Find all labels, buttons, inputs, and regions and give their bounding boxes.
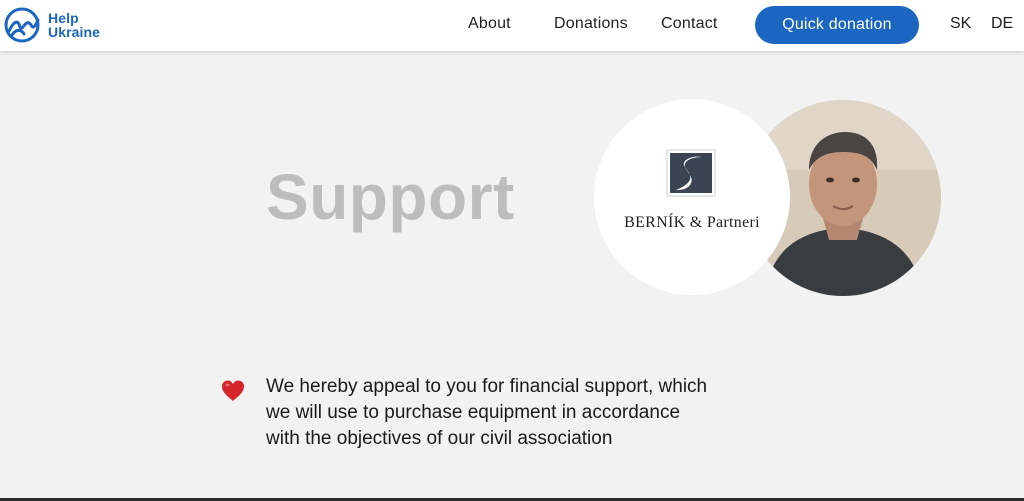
- appeal-text: We hereby appeal to you for financial su…: [266, 374, 786, 452]
- logo-text: Help Ukraine: [48, 11, 100, 39]
- appeal-line: we will use to purchase equipment in acc…: [266, 402, 681, 423]
- language-sk-link[interactable]: SK: [950, 15, 971, 33]
- site-header: Help Ukraine About Donations Contact Qui…: [0, 0, 1024, 51]
- logo-text-ukraine: Ukraine: [48, 24, 101, 40]
- logo-text-help: Help: [48, 10, 79, 26]
- nav-contact-link[interactable]: Contact: [661, 15, 718, 33]
- partner-logo-icon: [666, 149, 716, 197]
- language-de-link[interactable]: DE: [991, 15, 1013, 33]
- help-ukraine-logo-icon: [4, 7, 40, 43]
- partner-logo-circle: BERNÍK & Partneri: [594, 99, 790, 295]
- page-title: Support: [266, 161, 515, 233]
- nav-donations-link[interactable]: Donations: [554, 15, 628, 33]
- appeal-line: We hereby appeal to you for financial su…: [266, 376, 708, 397]
- site-logo[interactable]: Help Ukraine: [4, 7, 100, 43]
- quick-donation-button[interactable]: Quick donation: [755, 6, 919, 44]
- heart-icon: [222, 380, 244, 401]
- partner-name: BERNÍK & Partneri: [624, 214, 760, 231]
- appeal-line: with the objectives of our civil associa…: [266, 428, 613, 449]
- appeal-section: We hereby appeal to you for financial su…: [220, 374, 786, 452]
- nav-about-link[interactable]: About: [468, 15, 511, 33]
